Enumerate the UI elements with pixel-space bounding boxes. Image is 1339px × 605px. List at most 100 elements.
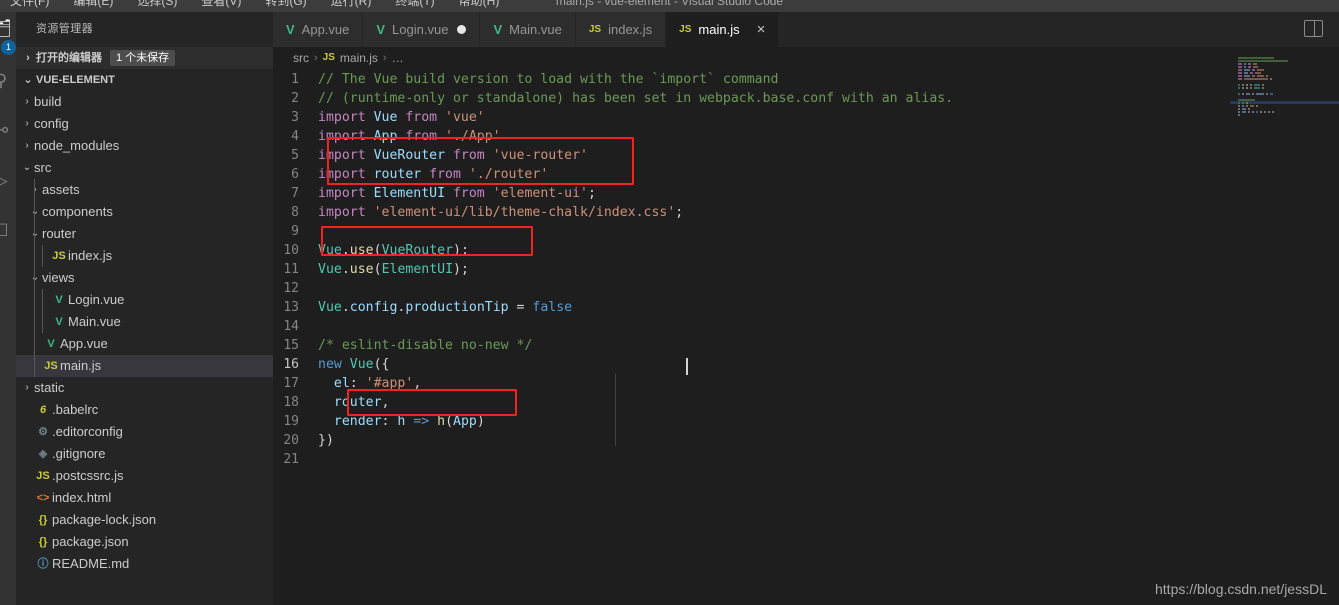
- minimap[interactable]: [1230, 56, 1339, 156]
- tab-main-vue[interactable]: V Main.vue: [480, 12, 576, 47]
- chevron-down-icon[interactable]: ⌄: [28, 201, 42, 223]
- code-line-text[interactable]: import Vue from 'vue': [318, 108, 1339, 127]
- tree-item-node-modules[interactable]: › node_modules: [16, 135, 273, 157]
- code-line-text[interactable]: render: h => h(App): [318, 412, 1339, 431]
- tab-main-js[interactable]: JS main.js ×: [666, 12, 780, 47]
- code-line-text[interactable]: /* eslint-disable no-new */: [318, 336, 1339, 355]
- minimap-token: [1244, 77, 1268, 80]
- code-token: import: [318, 148, 374, 163]
- tree-item-main-vue[interactable]: V Main.vue: [16, 311, 273, 333]
- tree-item-login-vue[interactable]: V Login.vue: [16, 289, 273, 311]
- code-line-text[interactable]: router,: [318, 393, 1339, 412]
- minimap-token: [1238, 68, 1243, 71]
- tree-item--babelrc[interactable]: 6 .babelrc: [16, 399, 273, 421]
- tree-item--gitignore[interactable]: ◈ .gitignore: [16, 443, 273, 465]
- tree-item-index-html[interactable]: <> index.html: [16, 487, 273, 509]
- minimap-token: [1246, 101, 1249, 104]
- line-number: 13: [283, 300, 299, 315]
- tree-item--editorconfig[interactable]: ⚙ .editorconfig: [16, 421, 273, 443]
- open-editors-section[interactable]: › 打开的编辑器 1 个未保存: [16, 47, 273, 69]
- code-token: (: [445, 414, 454, 429]
- minimap-token: [1244, 68, 1250, 71]
- tab-login-vue[interactable]: V Login.vue: [363, 12, 481, 47]
- tree-item-build[interactable]: › build: [16, 91, 273, 113]
- tree-item-router[interactable]: ⌄router: [16, 223, 273, 245]
- minimap-token: [1242, 83, 1244, 86]
- tree-item-package-json[interactable]: {} package.json: [16, 531, 273, 553]
- tab-app-vue[interactable]: V App.vue: [273, 12, 364, 47]
- code-token: import: [318, 186, 374, 201]
- code-line-text[interactable]: import App from './App': [318, 127, 1339, 146]
- code-token: Vue: [318, 300, 342, 315]
- js-file-icon: JS: [52, 250, 66, 262]
- tree-item-src[interactable]: ⌄ src: [16, 157, 273, 179]
- close-icon[interactable]: ×: [757, 22, 766, 37]
- chevron-right-icon[interactable]: ›: [20, 135, 34, 157]
- indent-guide: [34, 179, 35, 201]
- code-line-text[interactable]: import VueRouter from 'vue-router': [318, 146, 1339, 165]
- line-number: 11: [283, 262, 299, 277]
- code-line: 10 Vue.use(VueRouter);: [273, 241, 1339, 260]
- code-token: from: [445, 186, 493, 201]
- line-number: 9: [291, 224, 299, 239]
- tree-item-main-js[interactable]: JS main.js: [16, 355, 273, 377]
- indent-guide: [34, 245, 35, 267]
- tree-item-app-vue[interactable]: V App.vue: [16, 333, 273, 355]
- minimap-token: [1253, 65, 1258, 68]
- tree-item-assets[interactable]: › assets: [16, 179, 273, 201]
- code-line-text[interactable]: import 'element-ui/lib/theme-chalk/index…: [318, 203, 1339, 222]
- code-line-text[interactable]: Vue.config.productionTip = false: [318, 298, 1339, 317]
- activity-bar: 🗂 1 ⚲ ⚯ ▷ ☐: [0, 12, 16, 605]
- chevron-down-icon[interactable]: ⌄: [28, 223, 42, 245]
- code-line-text[interactable]: new Vue({: [318, 355, 1339, 374]
- tree-item--postcssrc-js[interactable]: JS .postcssrc.js: [16, 465, 273, 487]
- chevron-right-icon[interactable]: ›: [28, 179, 42, 201]
- code-token: Vue: [373, 110, 398, 125]
- code-line-text[interactable]: Vue.use(VueRouter);: [318, 241, 1339, 260]
- code-line-text[interactable]: Vue.use(ElementUI);: [318, 260, 1339, 279]
- minimap-token: [1238, 71, 1243, 74]
- tree-item-static[interactable]: › static: [16, 377, 273, 399]
- line-number: 10: [283, 243, 299, 258]
- search-icon[interactable]: ⚲: [0, 66, 16, 96]
- tree-item-components[interactable]: ⌄components: [16, 201, 273, 223]
- tree-item-label: Login.vue: [68, 292, 125, 307]
- breadcrumb-file[interactable]: main.js: [340, 47, 378, 69]
- code-line-text[interactable]: }): [318, 431, 1339, 450]
- code-token: ,: [413, 376, 422, 391]
- tree-item-index-js[interactable]: JS index.js: [16, 245, 273, 267]
- breadcrumb-symbol[interactable]: …: [392, 47, 404, 69]
- breadcrumb-root[interactable]: src: [293, 47, 309, 69]
- code-line-text[interactable]: import router from './router': [318, 165, 1339, 184]
- chevron-right-icon[interactable]: ›: [20, 91, 34, 113]
- chevron-down-icon[interactable]: ⌄: [28, 267, 42, 289]
- run-debug-icon[interactable]: ▷: [0, 166, 16, 196]
- tree-item-views[interactable]: ⌄views: [16, 267, 273, 289]
- chevron-right-icon[interactable]: ›: [20, 377, 34, 399]
- project-section[interactable]: ⌄ VUE-ELEMENT: [16, 69, 273, 91]
- tree-item-readme-md[interactable]: ⓘ README.md: [16, 553, 273, 575]
- editor-tab-bar: V App.vue V Login.vue V Main.vue JS index.js JS m…: [273, 12, 1339, 47]
- source-control-icon[interactable]: ⚯: [0, 116, 16, 146]
- code-line: 9: [273, 222, 1339, 241]
- extensions-icon[interactable]: ☐: [0, 216, 16, 246]
- code-token: from: [421, 167, 469, 182]
- tree-item-config[interactable]: › config: [16, 113, 273, 135]
- code-editor[interactable]: 1 // The Vue build version to load with t…: [273, 70, 1339, 469]
- code-token: // The Vue build version to load with th…: [318, 72, 779, 87]
- split-editor-icon[interactable]: [1304, 20, 1323, 37]
- code-line-text[interactable]: // The Vue build version to load with th…: [318, 70, 1339, 89]
- code-line-text[interactable]: import ElementUI from 'element-ui';: [318, 184, 1339, 203]
- minimap-token: [1267, 110, 1270, 113]
- chevron-right-icon[interactable]: ›: [20, 113, 34, 135]
- code-line: 3 import Vue from 'vue': [273, 108, 1339, 127]
- tab-index-js[interactable]: JS index.js: [575, 12, 667, 47]
- tree-item-package-lock-json[interactable]: {} package-lock.json: [16, 509, 273, 531]
- chevron-down-icon[interactable]: ⌄: [20, 157, 34, 179]
- code-line-text[interactable]: // (runtime-only or standalone) has been…: [318, 89, 1339, 108]
- minimap-token: [1265, 92, 1268, 95]
- code-token: 'element-ui': [492, 186, 588, 201]
- minimap-token: [1242, 107, 1246, 110]
- line-number: 18: [283, 395, 299, 410]
- code-line-text[interactable]: el: '#app',: [318, 374, 1339, 393]
